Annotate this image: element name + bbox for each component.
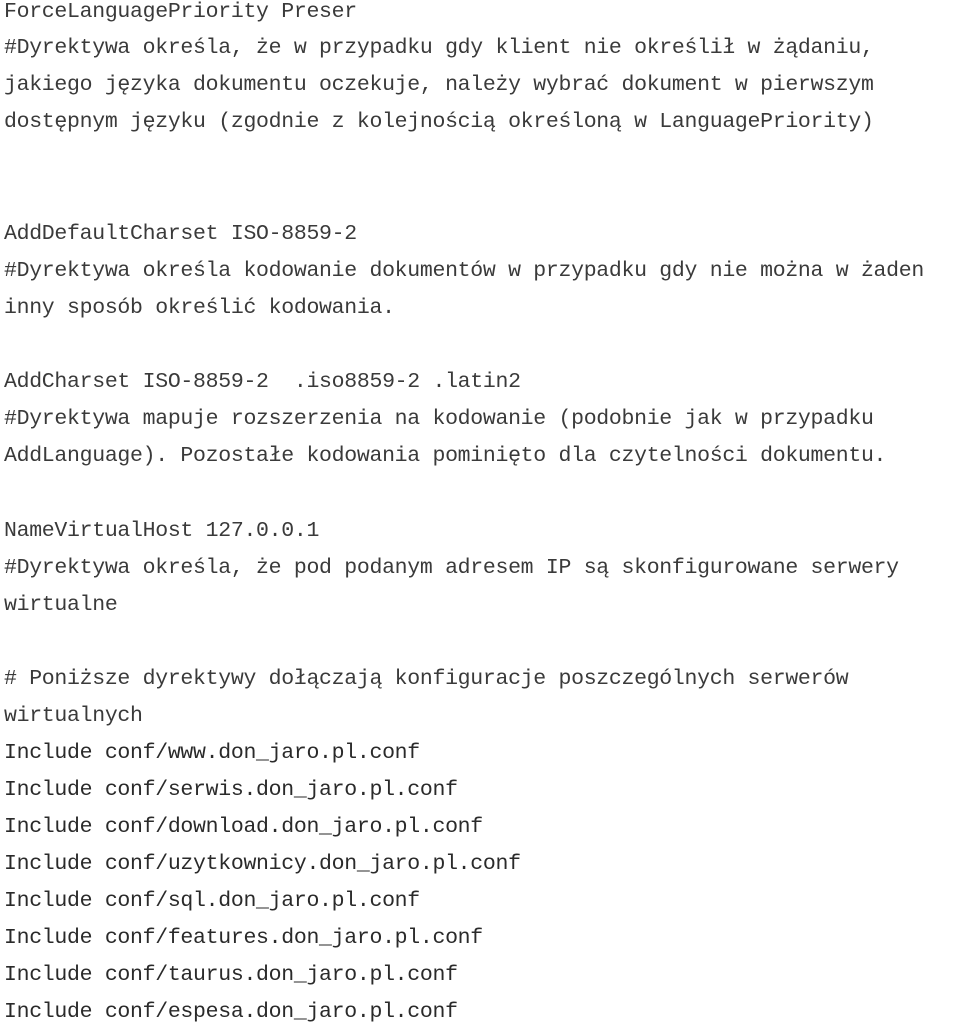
include-line: Include conf/sql.don_jaro.pl.conf xyxy=(4,889,420,913)
include-line: Include conf/uzytkownicy.don_jaro.pl.con… xyxy=(4,852,521,876)
comment-line: #Dyrektywa określa, że w przypadku gdy k… xyxy=(4,36,874,60)
comment-line: wirtualnych xyxy=(4,704,143,728)
directive-line: NameVirtualHost 127.0.0.1 xyxy=(4,519,320,543)
directive-line: ForceLanguagePriority Preser xyxy=(4,0,357,24)
directive-line: AddCharset ISO-8859-2 .iso8859-2 .latin2 xyxy=(4,370,521,394)
include-line: Include conf/serwis.don_jaro.pl.conf xyxy=(4,778,458,802)
include-line: Include conf/taurus.don_jaro.pl.conf xyxy=(4,963,458,987)
comment-line: jakiego języka dokumentu oczekuje, należ… xyxy=(4,73,874,97)
comment-line: #Dyrektywa mapuje rozszerzenia na kodowa… xyxy=(4,407,874,431)
comment-line: wirtualne xyxy=(4,593,118,617)
comment-line: AddLanguage). Pozostałe kodowania pomini… xyxy=(4,444,887,468)
comment-line: # Poniższe dyrektywy dołączają konfigura… xyxy=(4,667,849,691)
include-line: Include conf/download.don_jaro.pl.conf xyxy=(4,815,483,839)
include-line: Include conf/espesa.don_jaro.pl.conf xyxy=(4,1000,458,1024)
comment-line: #Dyrektywa określa, że pod podanym adres… xyxy=(4,556,899,580)
comment-line: #Dyrektywa określa kodowanie dokumentów … xyxy=(4,259,924,283)
include-line: Include conf/www.don_jaro.pl.conf xyxy=(4,741,420,765)
include-line: Include conf/features.don_jaro.pl.conf xyxy=(4,926,483,950)
comment-line: dostępnym języku (zgodnie z kolejnością … xyxy=(4,110,874,134)
comment-line: inny sposób określić kodowania. xyxy=(4,296,395,320)
directive-line: AddDefaultCharset ISO-8859-2 xyxy=(4,222,357,246)
